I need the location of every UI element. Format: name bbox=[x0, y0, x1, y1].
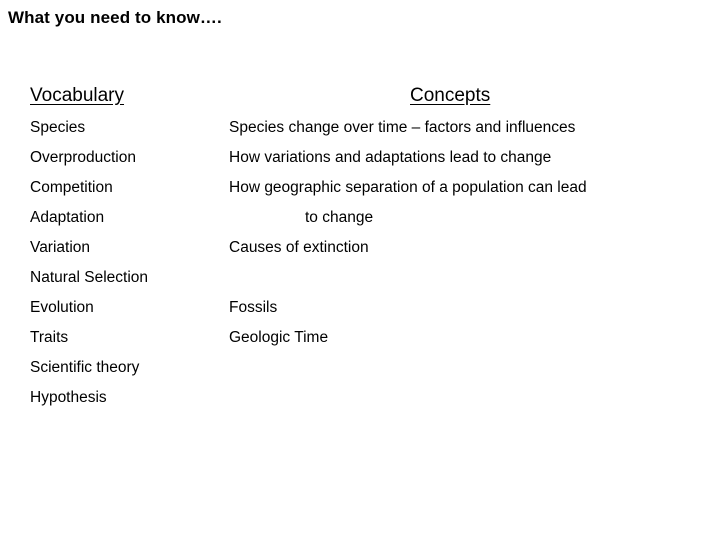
list-item: How variations and adaptations lead to c… bbox=[229, 149, 552, 166]
column-heading-vocabulary: Vocabulary bbox=[30, 85, 125, 106]
list-item: Scientific theory bbox=[30, 359, 140, 376]
list-item: Natural Selection bbox=[30, 269, 149, 286]
list-item: Overproduction bbox=[30, 149, 136, 166]
list-item: Traits bbox=[30, 329, 69, 346]
list-item: Species bbox=[30, 119, 86, 136]
list-item: Hypothesis bbox=[30, 389, 107, 406]
list-item: Fossils bbox=[229, 299, 278, 316]
column-heading-concepts: Concepts bbox=[410, 85, 491, 106]
list-item: Competition bbox=[30, 179, 113, 196]
list-item: Causes of extinction bbox=[229, 239, 369, 256]
concepts-list: Species change over time – factors and i… bbox=[229, 113, 709, 353]
slide-canvas: What you need to know…. Vocabulary Conce… bbox=[0, 0, 720, 540]
list-item: How geographic separation of a populatio… bbox=[229, 179, 587, 196]
list-item: Species change over time – factors and i… bbox=[229, 119, 576, 136]
list-item: Geologic Time bbox=[229, 329, 329, 346]
list-item-continuation: to change bbox=[305, 209, 374, 226]
list-item: Variation bbox=[30, 239, 91, 256]
page-title: What you need to know…. bbox=[8, 8, 222, 27]
list-item: Evolution bbox=[30, 299, 94, 316]
list-item: Adaptation bbox=[30, 209, 105, 226]
vocabulary-list: Species Overproduction Competition Adapt… bbox=[30, 113, 225, 413]
